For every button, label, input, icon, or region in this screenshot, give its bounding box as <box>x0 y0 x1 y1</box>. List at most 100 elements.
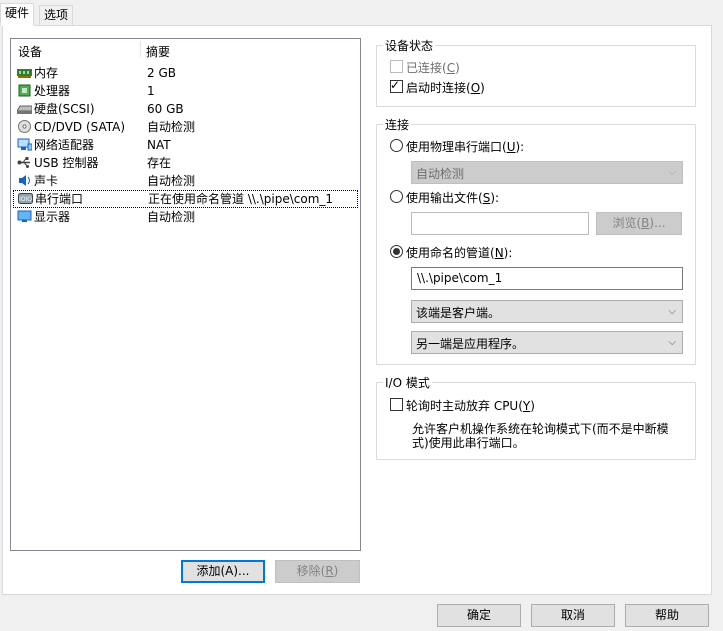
browse-button-end: )... <box>649 216 666 230</box>
physical-port-radio[interactable] <box>390 139 403 152</box>
physical-port-end: ): <box>515 140 525 154</box>
add-button[interactable]: 添加(A)... <box>181 560 265 583</box>
device-row-serial-port[interactable]: IOIO 串行端口 正在使用命名管道 \\.\pipe\com_1 <box>13 190 358 208</box>
tab-hardware-label: 硬件 <box>5 6 30 20</box>
chevron-down-icon: ⌵ <box>668 167 676 178</box>
io-mode-description-line2: 式)使用此串行端口。 <box>412 436 525 450</box>
device-row-display[interactable]: 显示器 自动检测 <box>13 208 358 226</box>
device-name: 内存 <box>34 66 59 80</box>
device-list-header: 设备 摘要 <box>11 39 360 59</box>
chevron-down-icon: ⌵ <box>668 337 676 348</box>
browse-button[interactable]: 浏览(B)... <box>596 212 682 235</box>
connect-at-power-on-end: ) <box>480 81 485 95</box>
help-button[interactable]: 帮助 <box>625 604 709 627</box>
tab-hardware[interactable]: 硬件 <box>0 3 35 26</box>
device-summary: 正在使用命名管道 \\.\pipe\com_1 <box>148 192 334 206</box>
window-edge <box>712 25 723 595</box>
connected-label-end: ) <box>455 61 460 75</box>
output-file-label[interactable]: 使用输出文件(S): <box>406 189 499 206</box>
device-summary: NAT <box>147 138 171 152</box>
cancel-button[interactable]: 取消 <box>531 604 615 627</box>
connect-at-power-on-checkbox[interactable]: ✓ <box>390 78 403 93</box>
yield-cpu-checkbox[interactable] <box>390 398 403 411</box>
device-name: 串行端口 <box>35 192 84 206</box>
svg-text:IOIO: IOIO <box>19 196 32 203</box>
device-row-hard-disk[interactable]: 硬盘(SCSI) 60 GB <box>13 100 358 118</box>
chevron-down-icon: ⌵ <box>668 306 676 317</box>
device-summary: 自动检测 <box>147 210 196 224</box>
physical-port-select-value: 自动检测 <box>416 167 465 181</box>
device-name: USB 控制器 <box>34 156 99 170</box>
column-header-summary[interactable]: 摘要 <box>146 43 170 60</box>
usb-icon <box>17 157 30 168</box>
physical-port-select[interactable]: 自动检测 ⌵ <box>411 161 683 184</box>
device-summary: 自动检测 <box>147 120 196 134</box>
column-separator[interactable] <box>140 41 141 57</box>
column-header-device[interactable]: 设备 <box>18 43 42 60</box>
other-end-select[interactable]: 另一端是应用程序。 ⌵ <box>411 331 683 354</box>
hard-disk-icon <box>17 105 32 114</box>
memory-icon <box>17 69 32 78</box>
tab-options[interactable]: 选项 <box>39 5 74 26</box>
device-summary: 2 GB <box>147 66 176 80</box>
device-row-network-adapter[interactable]: 网络适配器 NAT <box>13 136 358 154</box>
device-summary: 60 GB <box>147 102 184 116</box>
yield-cpu-text: 轮询时主动放弃 CPU( <box>406 399 523 413</box>
remove-button-text: 移除( <box>296 564 326 578</box>
connect-at-power-on-text: 启动时连接( <box>406 81 471 95</box>
device-row-processor[interactable]: 处理器 1 <box>13 82 358 100</box>
sound-card-icon <box>19 175 30 186</box>
connected-checkbox[interactable] <box>390 60 403 73</box>
connection-title: 连接 <box>383 116 412 133</box>
named-pipe-key: N <box>494 246 504 260</box>
named-pipe-text: 使用命名的管道( <box>406 246 495 260</box>
pipe-name-input-value: \\.\pipe\com_1 <box>417 271 503 285</box>
output-file-end: ): <box>490 191 500 205</box>
remove-button-end: ) <box>333 564 339 578</box>
named-pipe-end: ): <box>503 246 513 260</box>
pipe-name-input[interactable]: \\.\pipe\com_1 <box>411 267 683 290</box>
output-file-input[interactable] <box>411 212 589 235</box>
ok-button[interactable]: 确定 <box>437 604 521 627</box>
device-summary: 1 <box>147 84 155 98</box>
connected-label-key: C <box>446 61 456 75</box>
device-name: 显示器 <box>34 210 71 224</box>
device-name: 处理器 <box>34 84 71 98</box>
connected-label-text: 已连接( <box>406 61 447 75</box>
device-name: 声卡 <box>34 174 59 188</box>
device-name: 网络适配器 <box>34 138 95 152</box>
physical-port-text: 使用物理串行端口( <box>406 140 507 154</box>
serial-port-icon: IOIO <box>18 193 33 204</box>
device-row-memory[interactable]: 内存 2 GB <box>13 64 358 82</box>
device-row-sound-card[interactable]: 声卡 自动检测 <box>13 172 358 190</box>
physical-port-label[interactable]: 使用物理串行端口(U): <box>406 138 524 155</box>
checkmark-icon: ✓ <box>390 78 401 92</box>
named-pipe-label[interactable]: 使用命名的管道(N): <box>406 244 512 261</box>
connected-label[interactable]: 已连接(C) <box>406 59 460 76</box>
remove-button-key: R <box>325 564 334 578</box>
radio-dot-icon <box>393 248 400 255</box>
connect-at-power-on-key: O <box>470 81 481 95</box>
device-name: CD/DVD (SATA) <box>34 120 126 134</box>
output-file-radio[interactable] <box>390 190 403 203</box>
yield-cpu-label[interactable]: 轮询时主动放弃 CPU(Y) <box>406 397 535 414</box>
this-end-select[interactable]: 该端是客户端。 ⌵ <box>411 300 683 323</box>
processor-icon <box>18 84 31 97</box>
other-end-select-value: 另一端是应用程序。 <box>416 337 525 351</box>
device-summary: 自动检测 <box>147 174 196 188</box>
display-icon <box>17 210 32 222</box>
connect-at-power-on-label[interactable]: 启动时连接(O) <box>406 79 485 96</box>
this-end-select-value: 该端是客户端。 <box>416 306 501 320</box>
device-summary: 存在 <box>147 156 172 170</box>
device-row-usb-controller[interactable]: USB 控制器 存在 <box>13 154 358 172</box>
io-mode-title: I/O 模式 <box>383 374 432 391</box>
device-status-group: 设备状态 <box>376 37 696 107</box>
named-pipe-radio[interactable] <box>390 245 403 258</box>
device-row-cd-dvd[interactable]: CD/DVD (SATA) 自动检测 <box>13 118 358 136</box>
device-status-title: 设备状态 <box>383 37 436 54</box>
remove-button[interactable]: 移除(R) <box>275 560 360 583</box>
device-list[interactable]: 设备 摘要 内存 2 GB 处理器 1 硬盘(SCSI) 60 GB CD/DV… <box>10 38 361 551</box>
device-name: 硬盘(SCSI) <box>34 102 95 116</box>
network-adapter-icon <box>17 138 32 151</box>
cd-dvd-icon <box>18 120 31 133</box>
